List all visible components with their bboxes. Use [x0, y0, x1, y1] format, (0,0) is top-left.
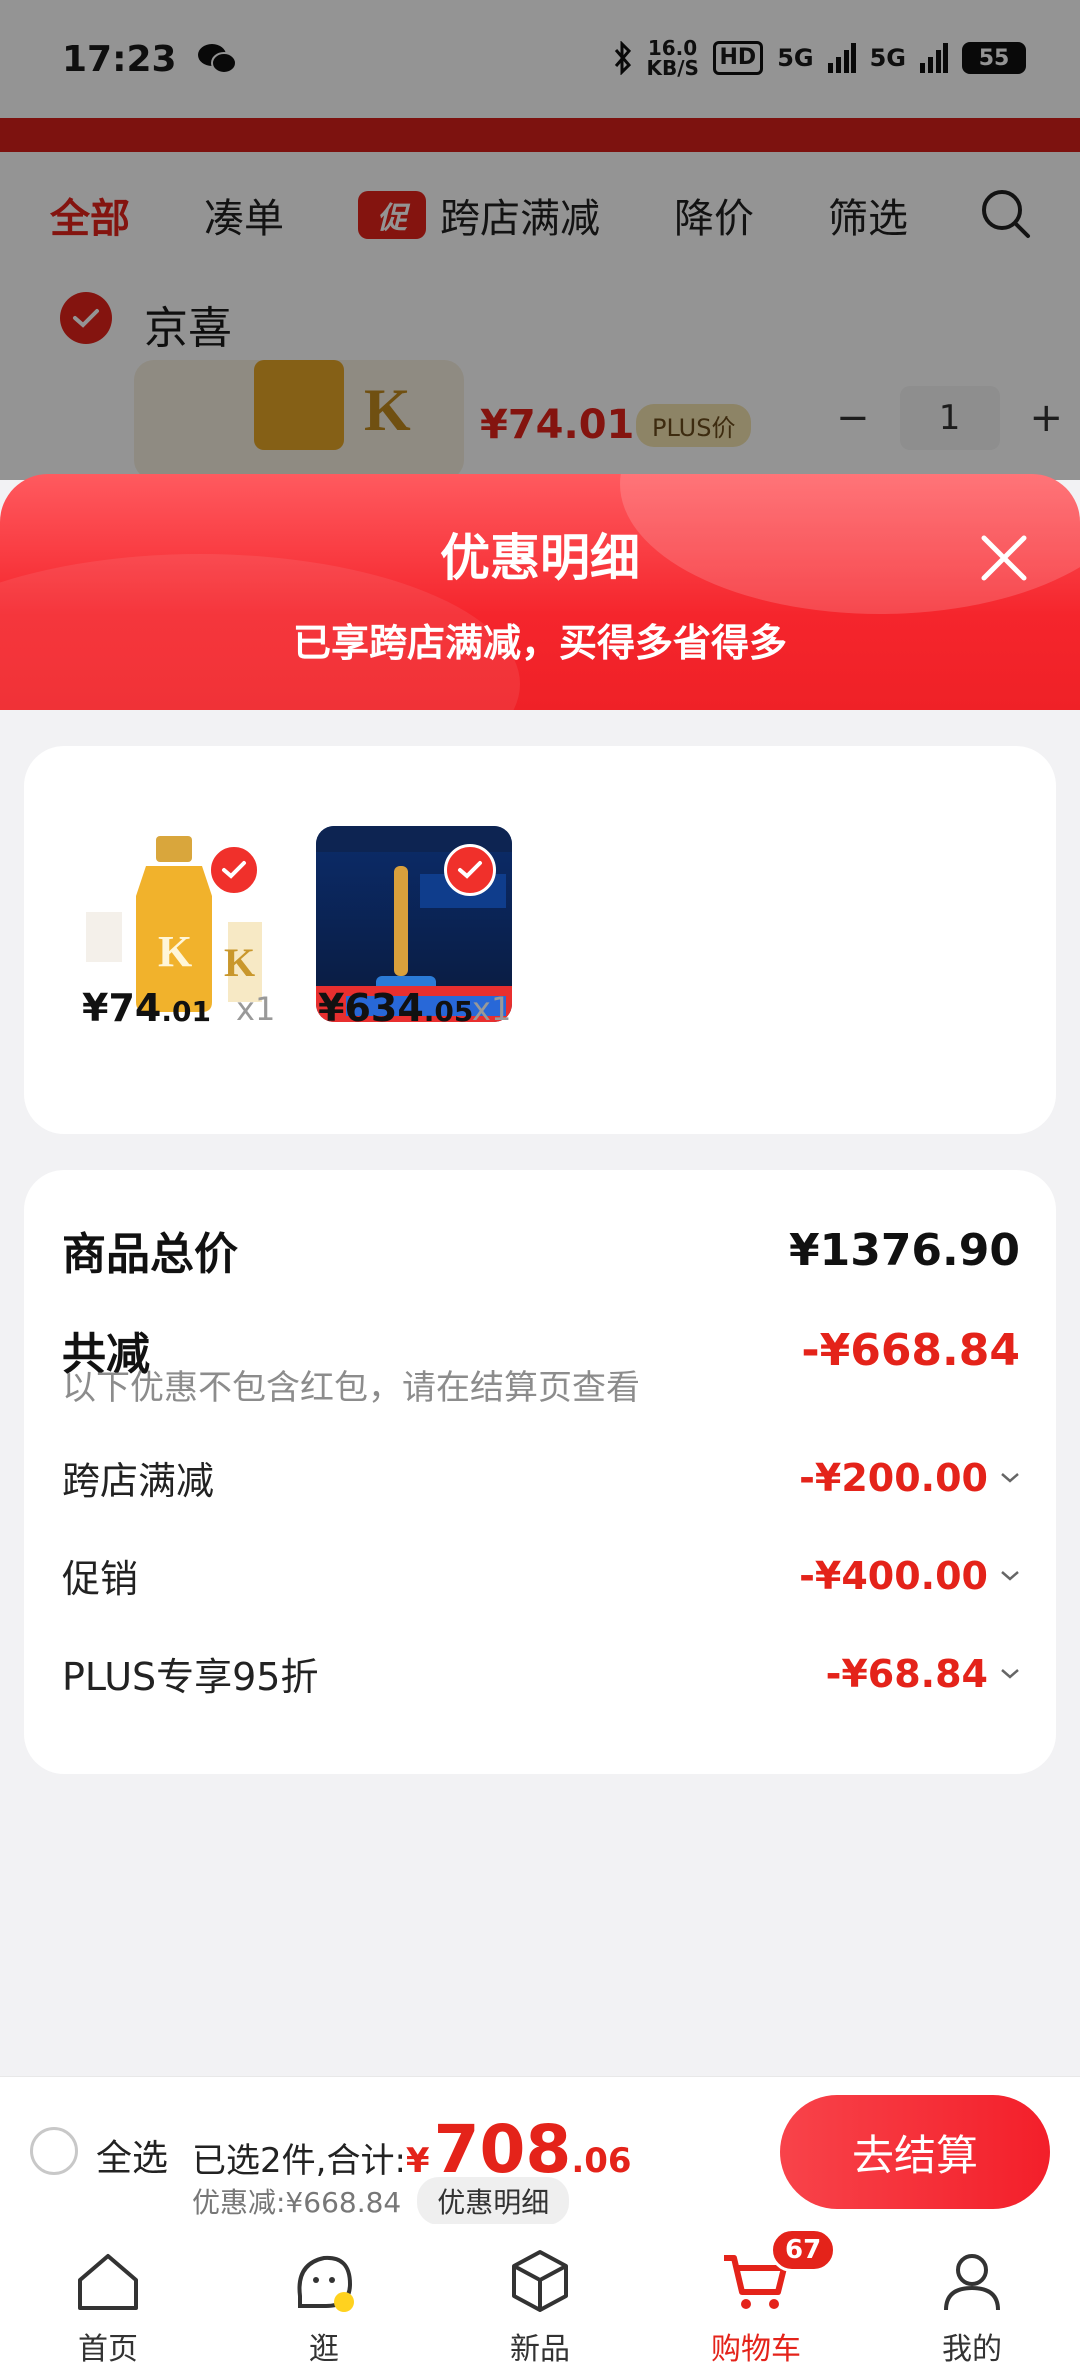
- sheet-subtitle: 已享跨店满减，买得多省得多: [292, 621, 787, 665]
- chevron-down-icon: [1001, 1668, 1019, 1679]
- check-icon: [458, 861, 482, 879]
- discount-value: -¥68.84: [825, 1651, 988, 1696]
- selected-products-card: K K ¥74.01 x1 ¥634.05 x1: [24, 746, 1056, 1134]
- discount-item-promotion[interactable]: 促销 -¥400.00: [62, 1548, 1020, 1603]
- total-decimal: .06: [571, 2141, 632, 2181]
- svg-text:K: K: [224, 940, 255, 985]
- discount-detail-button[interactable]: 优惠明细: [417, 2177, 570, 2225]
- selected-text: 已选2件,合计:: [192, 2141, 406, 2181]
- nav-new[interactable]: 新品: [432, 2224, 648, 2376]
- discount-sheet-body: K K ¥74.01 x1 ¥634.05 x1 商品总价 ¥1376.90 共…: [0, 710, 1080, 2076]
- price-int: ¥634: [318, 986, 424, 1030]
- discount-value: -¥200.00: [799, 1455, 988, 1500]
- select-all-label[interactable]: 全选: [96, 2129, 168, 2181]
- discount-label: PLUS专享95折: [62, 1655, 319, 1699]
- nav-explore[interactable]: 逛: [216, 2224, 432, 2376]
- nav-cart[interactable]: 购物车 67: [648, 2224, 864, 2376]
- price-dec: .01: [161, 995, 211, 1028]
- chevron-down-icon: [1001, 1570, 1019, 1581]
- checkout-bar: 全选 已选2件,合计: ¥ 708 .06 优惠减:¥668.84 优惠明细 去…: [0, 2076, 1080, 2225]
- price-dec: .05: [423, 995, 474, 1028]
- discount-value: -¥400.00: [799, 1553, 988, 1598]
- check-icon: [222, 861, 246, 879]
- total-value: ¥1376.90: [788, 1224, 1020, 1276]
- discount-value-wrap: -¥68.84: [826, 1652, 1020, 1696]
- checkout-button[interactable]: 去结算: [780, 2095, 1050, 2209]
- reduce-value: -¥668.84: [801, 1324, 1020, 1376]
- nav-new-label: 新品: [510, 2332, 570, 2367]
- explore-icon: [297, 2255, 354, 2312]
- discount-label: 跨店满减: [62, 1459, 215, 1503]
- discount-note: 以下优惠不包含红包，请在结算页查看: [62, 1368, 640, 1408]
- discount-item-plus[interactable]: PLUS专享95折 -¥68.84: [62, 1646, 1020, 1701]
- select-all-checkbox[interactable]: [30, 2127, 78, 2175]
- modal-overlay[interactable]: [0, 0, 1080, 480]
- total-label: 商品总价: [62, 1229, 238, 1280]
- product-qty: x1: [236, 990, 276, 1028]
- product-price: ¥634.05: [318, 986, 473, 1030]
- nav-profile[interactable]: 我的: [864, 2224, 1080, 2376]
- chevron-down-icon: [1001, 1472, 1019, 1483]
- new-products-icon: [512, 2250, 568, 2312]
- sheet-title: 优惠明细: [440, 529, 640, 587]
- bottom-nav: 首页 逛 新品 购物车 67 我的: [0, 2224, 1080, 2376]
- product-selected-check: [208, 844, 260, 896]
- total-row: 商品总价 ¥1376.90: [62, 1218, 1020, 1282]
- close-icon[interactable]: [972, 526, 1036, 590]
- discount-value-wrap: -¥400.00: [799, 1554, 1020, 1598]
- discount-total-text: 优惠减:¥668.84: [192, 2186, 402, 2219]
- price-int: ¥74: [82, 986, 162, 1030]
- cart-count-badge: 67: [770, 2228, 837, 2272]
- discount-label: 促销: [62, 1557, 139, 1601]
- nav-home[interactable]: 首页: [0, 2224, 216, 2376]
- nav-home-label: 首页: [78, 2332, 138, 2367]
- nav-explore-label: 逛: [309, 2332, 339, 2367]
- nav-cart-label: 购物车: [711, 2332, 801, 2367]
- discount-value-wrap: -¥200.00: [799, 1456, 1020, 1500]
- discount-sheet-header: 优惠明细 已享跨店满减，买得多省得多: [0, 474, 1080, 710]
- home-icon: [78, 2254, 138, 2310]
- price-summary-card: 商品总价 ¥1376.90 共减 -¥668.84 以下优惠不包含红包，请在结算…: [24, 1170, 1056, 1774]
- discount-item-cross-store[interactable]: 跨店满减 -¥200.00: [62, 1450, 1020, 1505]
- total-currency: ¥: [405, 2141, 430, 2181]
- discount-line: 优惠减:¥668.84 优惠明细: [192, 2177, 570, 2225]
- product-price: ¥74.01: [82, 986, 211, 1030]
- svg-text:K: K: [158, 927, 192, 976]
- nav-profile-label: 我的: [942, 2332, 1002, 2367]
- profile-icon: [944, 2254, 1000, 2311]
- product-selected-check: [444, 844, 496, 896]
- product-qty: x1: [472, 990, 512, 1028]
- cart-page-background: 17:23 16.0 KB/S HD 5G 5G 55 全部 凑单 促跨店满减 …: [0, 0, 1080, 480]
